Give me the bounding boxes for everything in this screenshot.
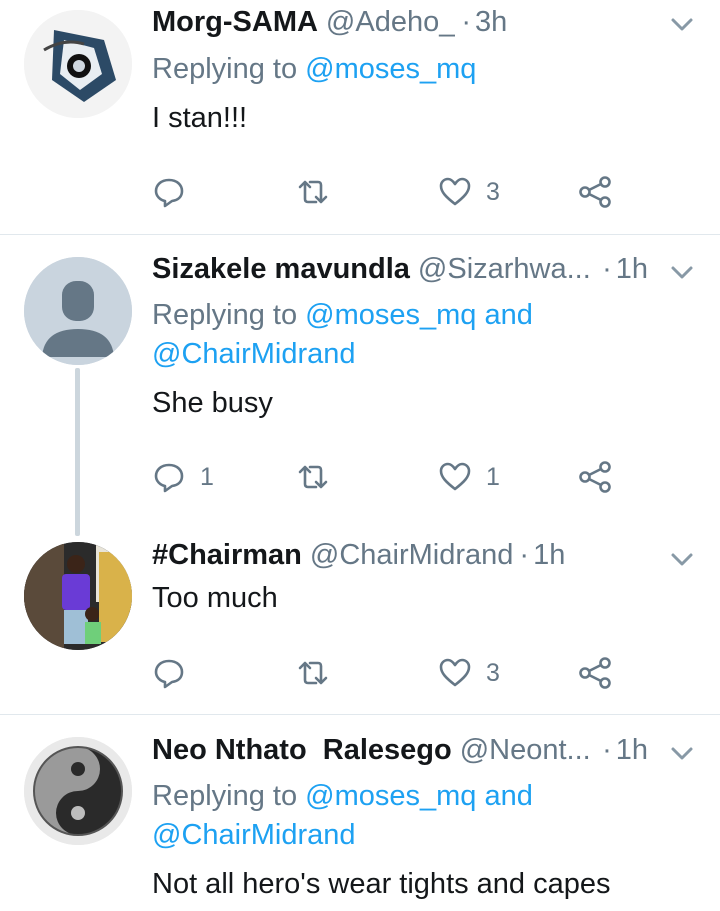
retweet-icon xyxy=(298,661,328,685)
avatar[interactable] xyxy=(24,10,132,118)
heart-icon xyxy=(439,177,471,206)
user-handle[interactable]: @ChairMidrand xyxy=(310,539,514,572)
chevron-down-icon[interactable] xyxy=(668,10,696,38)
reply-context-2: @ChairMidrand xyxy=(152,816,700,854)
reply-icon xyxy=(154,659,184,689)
avatar-image xyxy=(24,542,132,650)
thread-connector xyxy=(75,368,80,536)
avatar[interactable] xyxy=(24,542,132,650)
timestamp[interactable]: 3h xyxy=(475,6,507,39)
tweet-text: Not all hero's wear tights and capes xyxy=(152,868,611,900)
heart-icon xyxy=(439,658,471,687)
separator-dot: · xyxy=(519,538,530,571)
mention-link[interactable]: @ChairMidrand xyxy=(152,819,356,851)
reply-icon xyxy=(154,178,184,208)
separator-dot: · xyxy=(461,5,472,38)
like-count: 3 xyxy=(486,658,500,687)
reply-button[interactable] xyxy=(152,172,200,212)
reply-context: Replying to @moses_mq xyxy=(152,50,700,88)
share-button[interactable] xyxy=(578,653,612,693)
share-button[interactable] xyxy=(578,172,612,212)
yin-yang-avatar-image xyxy=(24,737,132,845)
avatar-image xyxy=(24,10,132,118)
retweet-icon xyxy=(298,180,328,204)
reply-count: 1 xyxy=(200,462,214,491)
user-handle[interactable]: @Sizarhwa... xyxy=(418,253,591,286)
share-icon xyxy=(579,461,611,493)
like-button[interactable]: 3 xyxy=(438,653,500,693)
mention-link[interactable]: @moses_mq xyxy=(305,53,476,85)
retweet-icon xyxy=(298,465,328,489)
reply-context: Replying to @moses_mq and xyxy=(152,296,700,334)
like-button[interactable]: 3 xyxy=(438,172,500,212)
tweet-1[interactable]: Morg-SAMA @Adeho_ · 3h Replying to @mose… xyxy=(0,0,720,234)
display-name[interactable]: Sizakele mavundla xyxy=(152,253,410,286)
action-bar: 3 xyxy=(152,172,672,212)
user-handle[interactable]: @Neont... xyxy=(460,734,591,767)
timestamp[interactable]: 1h xyxy=(616,734,648,767)
action-bar: 3 xyxy=(152,653,672,693)
tweet-header: Morg-SAMA @Adeho_ · 3h xyxy=(152,2,700,42)
reply-context-2: @ChairMidrand xyxy=(152,335,700,373)
like-count: 3 xyxy=(486,177,500,206)
retweet-button[interactable] xyxy=(296,457,344,497)
tweet-3[interactable]: #Chairman @ChairMidrand · 1h Too much 3 xyxy=(0,525,720,714)
separator-dot: · xyxy=(602,252,612,285)
replying-to-label: Replying to xyxy=(152,299,298,331)
tweet-header: Sizakele mavundla @Sizarhwa... · 1h xyxy=(152,249,700,289)
mention-link[interactable]: @moses_mq and xyxy=(305,299,533,331)
timestamp[interactable]: 1h xyxy=(533,539,565,572)
tweet-2[interactable]: Sizakele mavundla @Sizarhwa... · 1h Repl… xyxy=(0,235,720,525)
avatar[interactable] xyxy=(24,737,132,845)
tweet-text: She busy xyxy=(152,387,273,419)
retweet-button[interactable] xyxy=(296,653,344,693)
chevron-down-icon[interactable] xyxy=(668,545,696,573)
replying-to-label: Replying to xyxy=(152,780,298,812)
replying-to-label: Replying to xyxy=(152,53,298,85)
heart-icon xyxy=(439,462,471,491)
share-icon xyxy=(579,176,611,208)
tweet-text: I stan!!! xyxy=(152,102,248,134)
like-count: 1 xyxy=(486,462,500,491)
display-name[interactable]: #Chairman xyxy=(152,539,302,572)
tweet-header: Neo Nthato Ralesego @Neont... · 1h xyxy=(152,730,700,770)
retweet-button[interactable] xyxy=(296,172,344,212)
timestamp[interactable]: 1h xyxy=(616,253,648,286)
display-name[interactable]: Neo Nthato Ralesego xyxy=(152,734,452,767)
reply-button[interactable]: 1 xyxy=(152,457,214,497)
reply-context: Replying to @moses_mq and xyxy=(152,777,700,815)
reply-icon xyxy=(154,463,184,493)
tweet-text: Too much xyxy=(152,582,278,614)
separator-dot: · xyxy=(602,733,612,766)
tweet-4[interactable]: Neo Nthato Ralesego @Neont... · 1h Reply… xyxy=(0,715,720,911)
share-button[interactable] xyxy=(578,457,612,497)
share-icon xyxy=(579,657,611,689)
avatar[interactable] xyxy=(24,257,132,365)
tweet-header: #Chairman @ChairMidrand · 1h xyxy=(152,535,700,575)
default-avatar-icon xyxy=(24,257,132,365)
chevron-down-icon[interactable] xyxy=(668,258,696,286)
action-bar: 1 1 xyxy=(152,457,672,497)
user-handle[interactable]: @Adeho_ xyxy=(326,6,455,39)
reply-button[interactable] xyxy=(152,653,200,693)
like-button[interactable]: 1 xyxy=(438,457,500,497)
display-name[interactable]: Morg-SAMA xyxy=(152,6,318,39)
mention-link[interactable]: @ChairMidrand xyxy=(152,338,356,370)
chevron-down-icon[interactable] xyxy=(668,739,696,767)
mention-link[interactable]: @moses_mq and xyxy=(305,780,533,812)
